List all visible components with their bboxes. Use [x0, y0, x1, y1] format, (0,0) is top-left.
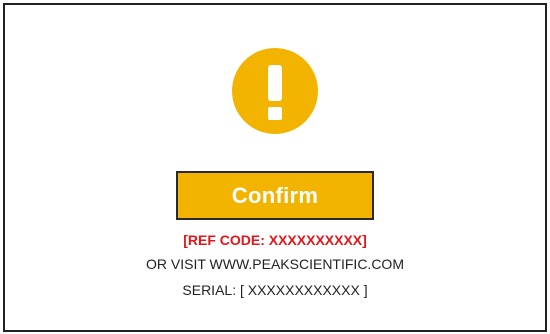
exclamation-circle-icon [232, 48, 318, 134]
confirm-button[interactable]: Confirm [176, 171, 374, 220]
visit-website-text: OR VISIT WWW.PEAKSCIENTIFIC.COM [146, 256, 404, 272]
serial-number-text: SERIAL: [ XXXXXXXXXXXX ] [182, 282, 368, 298]
ref-code-text: [REF CODE: XXXXXXXXXX] [183, 232, 367, 248]
